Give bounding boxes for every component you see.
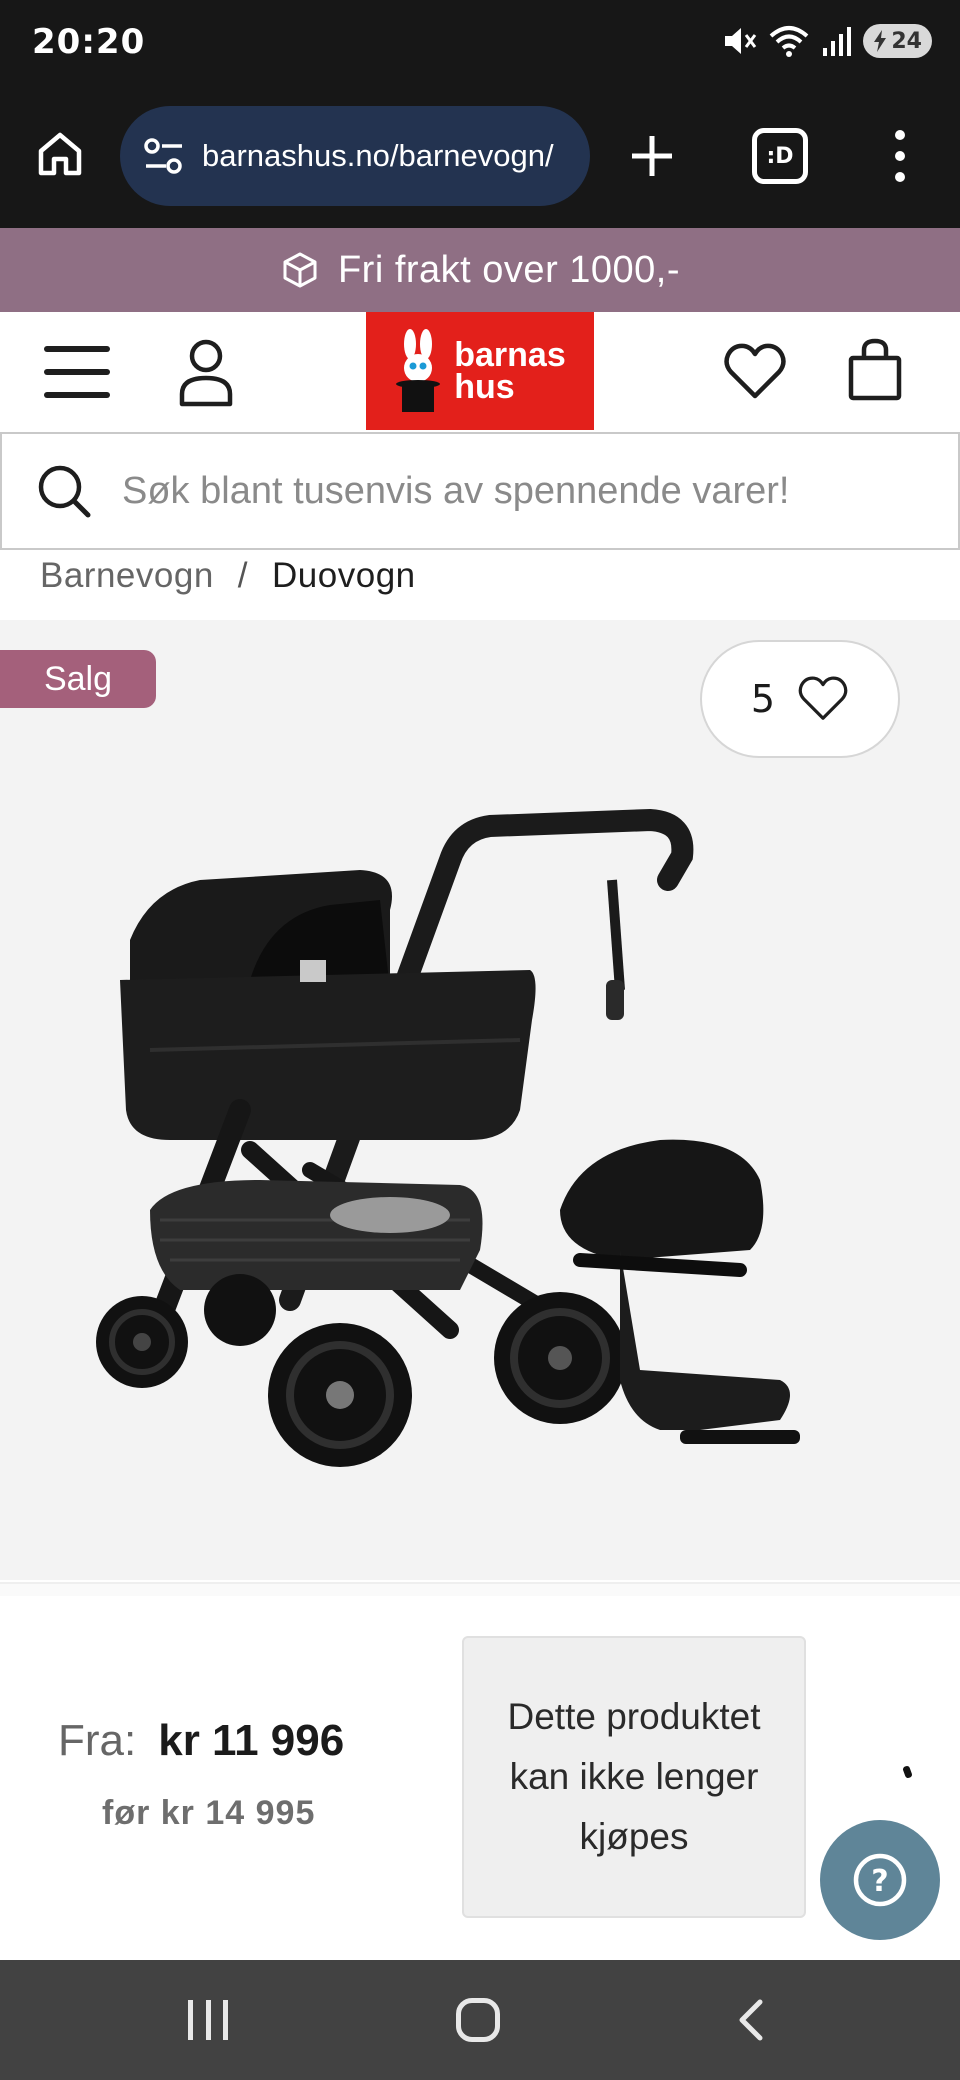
breadcrumb-separator: /	[237, 556, 249, 595]
browser-home-button[interactable]	[28, 122, 92, 186]
site-header: barnas hus	[0, 312, 960, 432]
mute-icon	[725, 28, 757, 54]
breadcrumb-barnevogn[interactable]: Barnevogn	[40, 556, 214, 596]
recents-icon-bar	[205, 2000, 211, 2040]
recents-icon-bar	[223, 2000, 228, 2040]
front-left-wheel	[96, 1296, 188, 1388]
section-divider	[0, 1582, 960, 1596]
logo-text: barnas hus	[454, 336, 566, 406]
browser-menu-button[interactable]	[880, 124, 920, 188]
help-button[interactable]: ?	[820, 1820, 940, 1940]
heart-outline-icon	[798, 676, 848, 720]
site-logo[interactable]: barnas hus	[366, 312, 594, 430]
address-bar-url: barnashus.no/barnevogn/	[202, 138, 554, 173]
battery-level: 24	[891, 28, 922, 54]
search-icon[interactable]	[36, 463, 92, 519]
battery-charging-icon	[874, 30, 887, 52]
front-right-wheel	[268, 1323, 412, 1467]
rabbit-hat-logo-icon	[396, 329, 441, 412]
rear-left-wheel	[204, 1274, 276, 1346]
product-unavailable-notice: Dette produktet kan ikke lenger kjøpes	[462, 1636, 806, 1918]
system-nav-bar	[0, 1960, 960, 2080]
sale-badge: Salg	[0, 650, 156, 708]
free-shipping-banner: Fri frakt over 1000,-	[0, 228, 960, 312]
original-price: før kr 14 995	[102, 1794, 316, 1832]
recent-apps-button[interactable]	[188, 2000, 228, 2040]
breadcrumb: Barnevogn / Duovogn	[40, 556, 416, 596]
more-vert-dot	[895, 150, 905, 161]
search-input[interactable]	[122, 469, 902, 513]
current-price: kr 11 996	[158, 1716, 345, 1765]
stroller-product-image	[96, 808, 800, 1467]
favorites-count: 5	[750, 677, 776, 721]
menu-button[interactable]	[44, 342, 110, 402]
browser-toolbar: barnashus.no/barnevogn/ :D	[0, 92, 960, 228]
more-vert-dot	[895, 172, 905, 183]
search-bar[interactable]	[0, 432, 960, 550]
plus-icon	[632, 136, 672, 176]
address-bar[interactable]: barnashus.no/barnevogn/	[120, 106, 590, 206]
recents-icon	[188, 2000, 193, 2040]
signal-icon	[823, 27, 852, 56]
menu-icon-bar	[44, 392, 110, 398]
unavailable-text: Dette produktet kan ikke lenger kjøpes	[507, 1696, 761, 1857]
wifi-icon	[770, 26, 809, 57]
decorative-mark	[902, 1765, 913, 1779]
price-prefix: Fra:	[58, 1716, 137, 1765]
tabs-icon: :D	[766, 143, 794, 169]
more-vert-icon	[895, 129, 905, 140]
bag-icon[interactable]	[846, 336, 904, 402]
status-bar: 20:20 24	[0, 0, 960, 92]
back-icon[interactable]	[730, 1998, 774, 2042]
site-settings-icon[interactable]	[142, 134, 186, 178]
status-icons: 24	[721, 24, 932, 58]
logo-line-2: hus	[454, 368, 515, 406]
home-icon	[38, 132, 82, 176]
battery-indicator: 24	[863, 24, 932, 58]
help-icon: ?	[853, 1853, 907, 1907]
system-home-button[interactable]	[456, 1998, 500, 2042]
account-icon[interactable]	[176, 336, 236, 408]
package-icon	[283, 252, 317, 288]
menu-icon	[44, 346, 110, 352]
menu-icon-bar	[44, 369, 110, 375]
free-shipping-text: Fri frakt over 1000,-	[337, 248, 681, 291]
rear-right-wheel	[494, 1292, 626, 1424]
new-tab-button[interactable]	[620, 124, 684, 188]
heart-icon[interactable]	[724, 342, 786, 402]
tabs-button[interactable]: :D	[752, 128, 808, 184]
logo-line-1: barnas	[454, 336, 566, 374]
help-label: ?	[871, 1864, 888, 1899]
product-image-area[interactable]: Salg 5	[0, 620, 960, 1580]
breadcrumb-duovogn[interactable]: Duovogn	[272, 556, 416, 596]
price-row: Fra: kr 11 996	[58, 1716, 344, 1766]
status-time: 20:20	[32, 22, 146, 62]
